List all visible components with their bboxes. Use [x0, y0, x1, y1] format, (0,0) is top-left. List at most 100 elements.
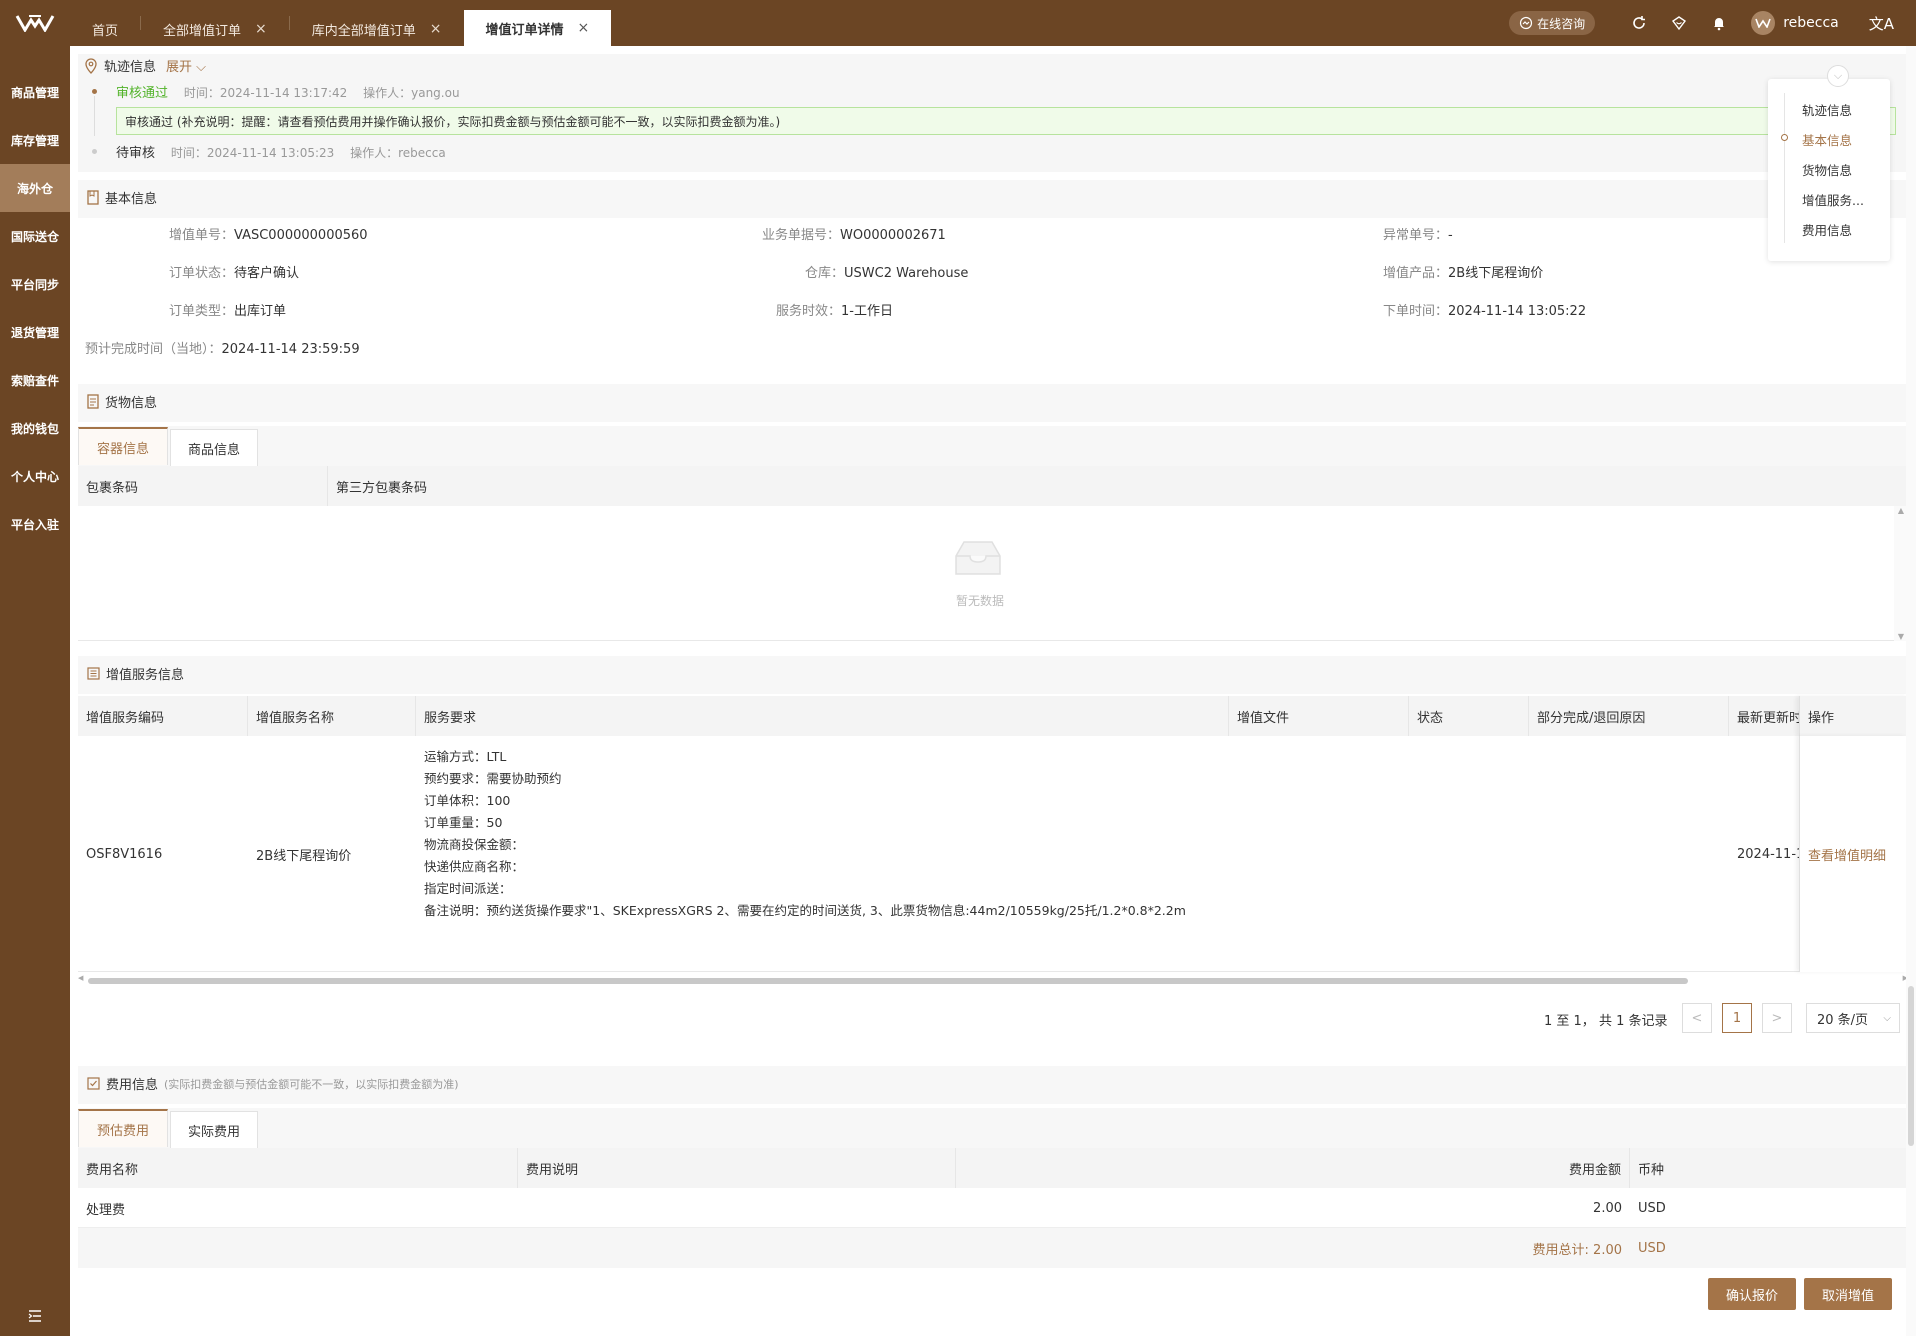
- field-vas-product: 增值产品：2B线下尾程询价: [1383, 262, 1543, 281]
- basic-header-band: [78, 180, 1916, 218]
- page-size-select[interactable]: 20 条/页 ⌵: [1806, 1003, 1900, 1033]
- goods-table-header: 包裹条码 第三方包裹条码: [78, 466, 1908, 506]
- sidebar-item-platform-onboarding[interactable]: 平台入驻: [0, 500, 70, 548]
- anchor-item-vas[interactable]: 增值服务...: [1802, 190, 1864, 209]
- expand-toggle[interactable]: 展开 ⌵: [166, 56, 206, 75]
- pagination-page-1[interactable]: 1: [1722, 1003, 1752, 1033]
- field-label: 订单类型：: [169, 304, 235, 319]
- anchor-item-fee[interactable]: 费用信息: [1802, 220, 1852, 239]
- tab-product-info[interactable]: 商品信息: [170, 429, 258, 467]
- fee-total-cell: 费用总计: 2.00: [956, 1228, 1622, 1268]
- column-label: 增值文件: [1237, 710, 1290, 726]
- horizontal-scrollbar[interactable]: ◀ ▶: [78, 974, 1908, 986]
- sidebar-item-wallet[interactable]: 我的钱包: [0, 404, 70, 452]
- column-label: 最新更新时: [1737, 710, 1799, 726]
- smile-icon[interactable]: [1670, 14, 1688, 32]
- view-vas-detail-link[interactable]: 查看增值明细: [1808, 845, 1886, 864]
- timeline-dot: [92, 89, 97, 94]
- tab-warehouse-vas-orders[interactable]: 库内全部增值订单 ×: [290, 12, 464, 46]
- brand-logo[interactable]: [0, 0, 70, 46]
- anchor-item-track[interactable]: 轨迹信息: [1802, 100, 1852, 119]
- updated-time: 2024-11-1: [1737, 846, 1799, 862]
- confirm-quote-button[interactable]: 确认报价: [1708, 1278, 1796, 1310]
- track-entry-pending: 待审核 时间：2024-11-14 13:05:23 操作人：rebecca: [116, 142, 446, 161]
- button-label: 取消增值: [1821, 1288, 1874, 1304]
- online-consult-button[interactable]: 在线咨询: [1509, 11, 1596, 35]
- track-status: 待审核: [116, 146, 156, 161]
- column-updated-time: 最新更新时: [1729, 696, 1799, 736]
- page-size-value: 20 条/页: [1817, 1012, 1869, 1028]
- anchor-item-basic[interactable]: 基本信息: [1802, 130, 1852, 149]
- scroll-thumb[interactable]: [1908, 986, 1914, 1146]
- fee-name-cell: 处理费: [86, 1188, 125, 1228]
- fee-total-currency-cell: USD: [1638, 1228, 1666, 1268]
- field-warehouse: 仓库：USWC2 Warehouse: [805, 262, 968, 281]
- sidebar-item-inventory[interactable]: 库存管理: [0, 116, 70, 164]
- chevron-down-icon[interactable]: ⌵: [1827, 65, 1849, 87]
- track-entry-approved: 审核通过 时间：2024-11-14 13:17:42 操作人：yang.ou: [116, 82, 460, 101]
- column-third-party-barcode: 第三方包裹条码: [328, 466, 1908, 506]
- pagination-next-button[interactable]: >: [1762, 1003, 1792, 1033]
- column-package-barcode: 包裹条码: [78, 466, 328, 506]
- tab-estimated-fee[interactable]: 预估费用: [78, 1109, 168, 1147]
- field-label: 增值单号：: [169, 228, 235, 243]
- requirement-line: 指定时间派送：: [424, 881, 512, 896]
- column-label: 费用说明: [526, 1162, 579, 1178]
- scroll-left-icon[interactable]: ◀: [78, 974, 83, 982]
- language-icon[interactable]: 文A: [1869, 13, 1894, 34]
- collapse-menu-icon[interactable]: [0, 1310, 70, 1326]
- tab-label: 容器信息: [96, 441, 149, 457]
- column-vas-files: 增值文件: [1229, 696, 1409, 736]
- requirement-line: 订单体积：100: [424, 793, 511, 808]
- column-label: 币种: [1638, 1162, 1665, 1178]
- vas-header: 增值服务信息: [87, 664, 184, 683]
- document-icon: [87, 190, 99, 205]
- scroll-thumb[interactable]: [88, 978, 1688, 984]
- sidebar-item-claims[interactable]: 索赔查件: [0, 356, 70, 404]
- field-order-status: 订单状态：待客户确认: [169, 262, 299, 281]
- currency: USD: [1638, 1200, 1666, 1216]
- anchor-item-goods[interactable]: 货物信息: [1802, 160, 1852, 179]
- track-time: 时间：2024-11-14 13:17:42: [183, 86, 348, 100]
- page-tabs: 首页 全部增值订单 × 库内全部增值订单 × 增值订单详情 ×: [70, 0, 612, 46]
- column-label: 部分完成/退回原因: [1537, 710, 1646, 726]
- fee-total-currency: USD: [1638, 1240, 1666, 1256]
- sidebar: 商品管理 库存管理 海外仓 国际送仓 平台同步 退货管理 索赔查件 我的钱包 个…: [0, 46, 70, 1336]
- pagination-prev-button[interactable]: <: [1682, 1003, 1712, 1033]
- sidebar-item-product[interactable]: 商品管理: [0, 68, 70, 116]
- tab-label: 全部增值订单: [163, 23, 242, 39]
- vas-code-cell: OSF8V1616: [86, 736, 162, 972]
- page-scrollbar[interactable]: [1906, 46, 1916, 1336]
- field-value: VASC000000000560: [234, 228, 368, 243]
- requirement-line: 备注说明：预约送货操作要求"1、SKExpressXGRS 2、需要在约定的时间…: [424, 903, 1186, 918]
- field-value: WO0000002671: [840, 228, 946, 243]
- sidebar-item-platform-sync[interactable]: 平台同步: [0, 260, 70, 308]
- sidebar-item-personal-center[interactable]: 个人中心: [0, 452, 70, 500]
- field-label: 异常单号：: [1383, 228, 1449, 243]
- sidebar-item-returns[interactable]: 退货管理: [0, 308, 70, 356]
- bell-icon[interactable]: [1710, 14, 1728, 32]
- avatar: [1751, 11, 1776, 35]
- tab-all-vas-orders[interactable]: 全部增值订单 ×: [141, 12, 289, 46]
- user-menu[interactable]: rebecca: [1751, 11, 1839, 35]
- close-icon[interactable]: ×: [255, 21, 267, 37]
- tab-vas-order-detail[interactable]: 增值订单详情 ×: [463, 10, 612, 46]
- tab-home[interactable]: 首页: [70, 12, 140, 46]
- sidebar-item-intl-delivery[interactable]: 国际送仓: [0, 212, 70, 260]
- empty-box-icon: [948, 538, 1008, 582]
- close-icon[interactable]: ×: [430, 21, 442, 37]
- field-label: 服务时效：: [776, 304, 842, 319]
- cancel-vas-button[interactable]: 取消增值: [1804, 1278, 1892, 1310]
- field-value: -: [1448, 228, 1453, 243]
- vas-name-cell: 2B线下尾程询价: [256, 736, 351, 972]
- goods-header-band: [78, 384, 1916, 422]
- chevron-right-icon: >: [1771, 1010, 1783, 1026]
- track-status: 审核通过: [116, 86, 169, 101]
- tab-actual-fee[interactable]: 实际费用: [170, 1111, 258, 1149]
- tab-container-info[interactable]: 容器信息: [78, 427, 168, 465]
- refresh-icon[interactable]: [1630, 14, 1648, 32]
- location-pin-icon: [85, 57, 97, 74]
- sidebar-item-overseas-warehouse[interactable]: 海外仓: [0, 164, 70, 212]
- close-icon[interactable]: ×: [578, 20, 590, 36]
- goods-header: 货物信息: [87, 392, 157, 411]
